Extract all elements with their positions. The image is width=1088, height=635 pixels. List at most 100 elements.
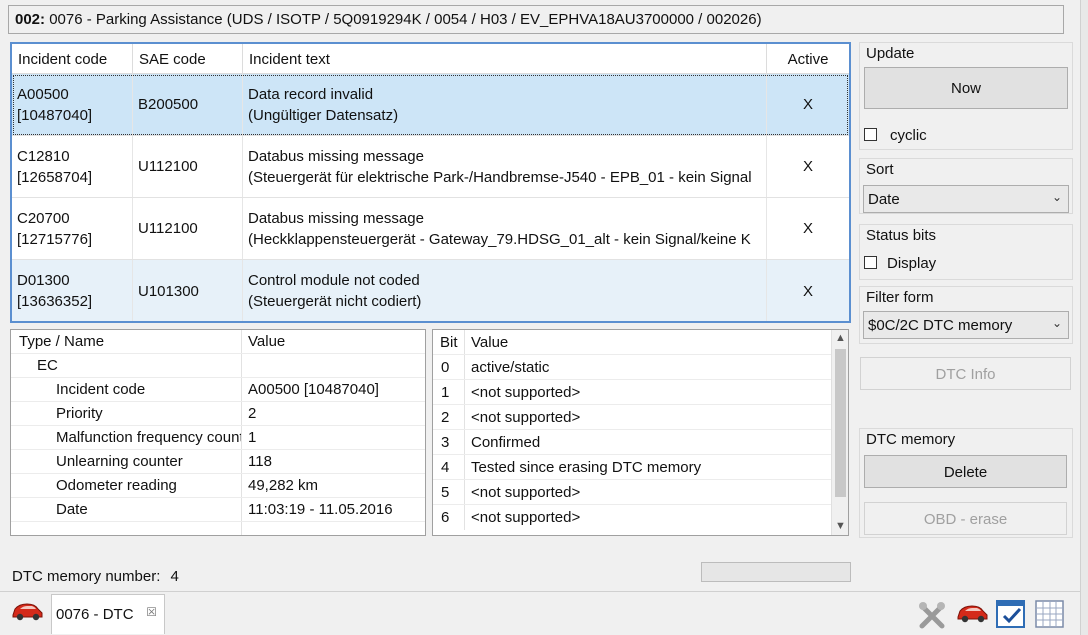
detail-row[interactable]: Priority 2 bbox=[11, 402, 425, 426]
bit-value: Confirmed bbox=[471, 434, 541, 451]
dtc-memory-number-label: DTC memory number: bbox=[12, 568, 161, 585]
detail-row[interactable]: Odometer reading 49,282 km bbox=[11, 474, 425, 498]
filter-form-select[interactable]: $0C/2C DTC memory ⌄ bbox=[863, 311, 1069, 339]
bit-value: active/static bbox=[471, 359, 550, 376]
filter-form-group: Filter form $0C/2C DTC memory ⌄ bbox=[859, 286, 1073, 344]
bit-number: 2 bbox=[433, 405, 465, 429]
incident-row[interactable]: C12810 [12658704] U112100 Databus missing… bbox=[12, 136, 849, 198]
incident-text-cell: Databus missing message (Heckklappensteue… bbox=[243, 198, 767, 259]
incident-row[interactable]: D01300 [13636352] U101300 Control module … bbox=[12, 260, 849, 321]
scroll-down-icon[interactable]: ▼ bbox=[832, 518, 848, 535]
display-checkbox[interactable] bbox=[864, 256, 877, 269]
tab-0076-dtc[interactable]: 0076 - DTC ☒ bbox=[51, 594, 165, 634]
incident-text: Control module not coded bbox=[248, 272, 420, 289]
sort-label: Sort bbox=[866, 161, 894, 178]
bit-row[interactable]: 1 <not supported> bbox=[433, 380, 848, 405]
status-bit-table[interactable]: Bit Value 0 active/static 1 <not support… bbox=[432, 329, 849, 536]
incident-code: C20700 bbox=[17, 209, 70, 227]
bit-number: 6 bbox=[433, 505, 465, 530]
bit-row[interactable]: 4 Tested since erasing DTC memory bbox=[433, 455, 848, 480]
update-group: Update Now cyclic bbox=[859, 42, 1073, 150]
detail-group-row[interactable]: EC bbox=[11, 354, 425, 378]
incident-code-number: [12658704] bbox=[17, 168, 93, 186]
bit-table-scrollbar[interactable]: ▲ ▼ bbox=[831, 330, 848, 535]
bit-row[interactable]: 0 active/static bbox=[433, 355, 848, 380]
bit-row[interactable]: 2 <not supported> bbox=[433, 405, 848, 430]
sort-value: Date bbox=[868, 191, 900, 208]
detail-value: 118 bbox=[248, 453, 272, 470]
incident-code: D01300 bbox=[17, 272, 70, 289]
grid-table-icon[interactable] bbox=[1034, 599, 1066, 629]
incident-code-cell: C20700 [12715776] bbox=[12, 198, 133, 259]
bit-value: <not supported> bbox=[471, 409, 581, 426]
bit-row[interactable]: 5 <not supported> bbox=[433, 480, 848, 505]
sort-select[interactable]: Date ⌄ bbox=[863, 185, 1069, 213]
dtc-info-button[interactable]: DTC Info bbox=[860, 357, 1071, 390]
bottom-tab-bar: 0076 - DTC ☒ bbox=[0, 591, 1088, 635]
incident-row[interactable]: C20700 [12715776] U112100 Databus missing… bbox=[12, 198, 849, 260]
checklist-window-icon[interactable] bbox=[996, 599, 1026, 629]
active-flag: X bbox=[802, 96, 813, 113]
scroll-up-icon[interactable]: ▲ bbox=[832, 330, 848, 347]
header-bit[interactable]: Bit bbox=[433, 330, 465, 354]
cyclic-checkbox[interactable] bbox=[864, 128, 877, 141]
tab-label: 0076 - DTC bbox=[56, 606, 134, 623]
bit-row[interactable]: 6 <not supported> bbox=[433, 505, 848, 530]
dtc-memory-label: DTC memory bbox=[866, 431, 956, 448]
incident-code: C12810 bbox=[17, 147, 70, 165]
incident-text-detail: (Steuergerät für elektrische Park-/Handb… bbox=[248, 168, 752, 186]
header-bit-value[interactable]: Value bbox=[465, 330, 829, 354]
obd-erase-button[interactable]: OBD - erase bbox=[864, 502, 1067, 535]
detail-row[interactable]: Incident code A00500 [10487040] bbox=[11, 378, 425, 402]
detail-row[interactable]: Unlearning counter 118 bbox=[11, 450, 425, 474]
detail-value: 49,282 km bbox=[248, 477, 319, 494]
status-bits-label: Status bits bbox=[866, 227, 937, 244]
incident-row[interactable]: A00500 [10487040] B200500 Data record inv… bbox=[12, 74, 849, 136]
incident-text-detail: (Ungültiger Datensatz) bbox=[248, 106, 399, 124]
scrollbar-thumb[interactable] bbox=[835, 349, 846, 497]
header-type-name[interactable]: Type / Name bbox=[11, 330, 242, 353]
header-active[interactable]: Active bbox=[767, 44, 849, 73]
car-icon[interactable] bbox=[10, 600, 44, 622]
incident-table[interactable]: Incident code SAE code Incident text Act… bbox=[10, 42, 851, 323]
incident-text-cell: Data record invalid (Ungültiger Datensatz… bbox=[243, 74, 767, 135]
detail-value: A00500 [10487040] bbox=[248, 381, 379, 398]
header-value[interactable]: Value bbox=[242, 330, 425, 353]
header-incident-code[interactable]: Incident code bbox=[12, 44, 133, 73]
vehicle-icon[interactable] bbox=[955, 602, 989, 624]
sae-code: U112100 bbox=[133, 198, 243, 259]
close-tab-icon[interactable]: ☒ bbox=[146, 605, 157, 619]
detail-empty-cell bbox=[11, 522, 242, 535]
active-flag: X bbox=[802, 282, 813, 300]
bit-row[interactable]: 3 Confirmed bbox=[433, 430, 848, 455]
detail-table-header: Type / Name Value bbox=[11, 330, 425, 354]
incident-code-number: [12715776] bbox=[17, 230, 93, 248]
incident-code-number: [13636352] bbox=[17, 293, 93, 310]
update-now-button[interactable]: Now bbox=[864, 67, 1068, 109]
bit-number: 1 bbox=[433, 380, 465, 404]
window-title: 002: 0076 - Parking Assistance (UDS / IS… bbox=[8, 5, 1064, 34]
incident-table-header: Incident code SAE code Incident text Act… bbox=[12, 44, 849, 74]
incident-text-cell: Databus missing message (Steuergerät für … bbox=[243, 136, 767, 197]
sae-code: B200500 bbox=[133, 74, 243, 135]
detail-empty-cell bbox=[242, 522, 425, 535]
bit-value: <not supported> bbox=[471, 509, 581, 526]
incident-text: Databus missing message bbox=[248, 147, 424, 165]
chevron-down-icon: ⌄ bbox=[1051, 190, 1062, 204]
incident-code-cell: D01300 [13636352] bbox=[12, 260, 133, 321]
detail-value: 1 bbox=[248, 429, 257, 446]
cyclic-label: cyclic bbox=[890, 127, 927, 144]
detail-row[interactable]: Malfunction frequency counter 1 bbox=[11, 426, 425, 450]
bit-table-header: Bit Value bbox=[433, 330, 848, 355]
filter-form-value: $0C/2C DTC memory bbox=[868, 317, 1013, 334]
header-sae-code[interactable]: SAE code bbox=[133, 44, 243, 73]
chevron-down-icon: ⌄ bbox=[1051, 316, 1062, 330]
header-incident-text[interactable]: Incident text bbox=[243, 44, 767, 73]
disconnect-tools-icon[interactable] bbox=[917, 600, 947, 630]
delete-button[interactable]: Delete bbox=[864, 455, 1067, 488]
update-label: Update bbox=[866, 45, 915, 62]
detail-table[interactable]: Type / Name Value EC Incident code A0050… bbox=[10, 329, 426, 536]
bit-value: <not supported> bbox=[471, 484, 581, 501]
detail-name: Unlearning counter bbox=[11, 450, 242, 473]
detail-row[interactable]: Date 11:03:19 - 11.05.2016 bbox=[11, 498, 425, 522]
